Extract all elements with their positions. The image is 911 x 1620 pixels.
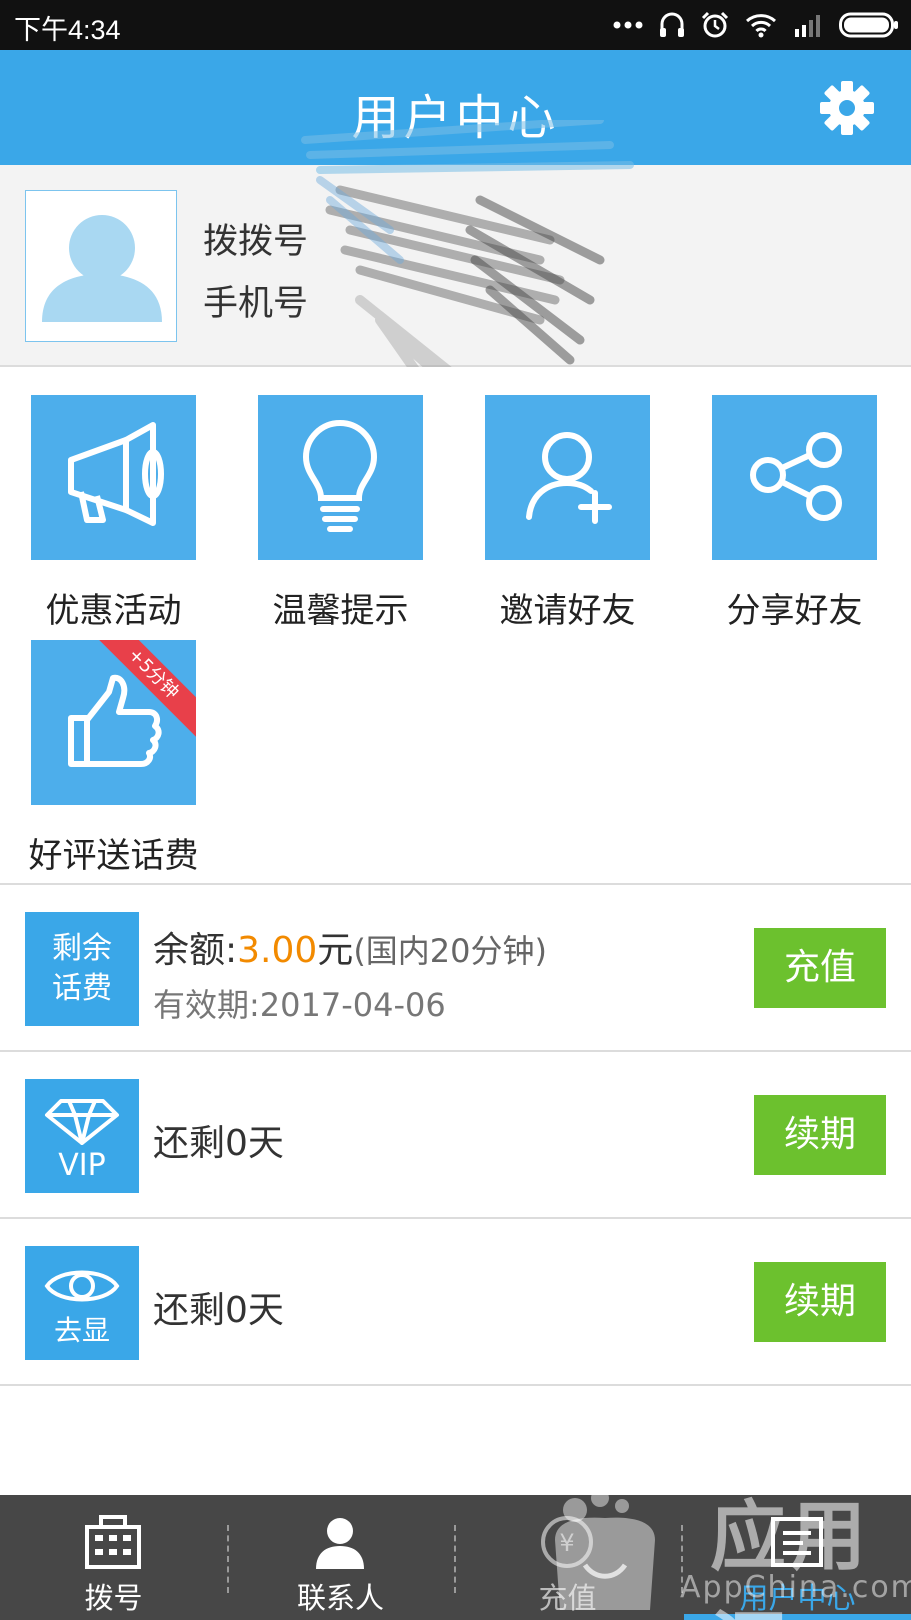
hide-number-row: 去显 还剩0天 续期 [0, 1219, 911, 1386]
profile-phone-label: 手机号 [203, 284, 309, 324]
tile-rate-app-label: 好评送话费 [28, 836, 199, 876]
page-title: 用户中心 [351, 90, 560, 146]
balance-amount: 3.00 [237, 930, 318, 971]
balance-label: 余额: [153, 930, 238, 971]
tab-dial-label: 拨号 [84, 1581, 143, 1615]
profile-section[interactable]: 拨拨号 手机号 [0, 165, 911, 367]
tile-tips-box [258, 395, 423, 560]
recharge-button[interactable]: 充值 [754, 928, 886, 1008]
tile-promotions-box [31, 395, 196, 560]
recharge-icon: ¥ [541, 1516, 593, 1568]
contacts-icon [316, 1518, 364, 1569]
tile-invite-friends-box [485, 395, 650, 560]
eye-icon [44, 1270, 120, 1302]
tile-share-friends-label: 分享好友 [726, 591, 863, 631]
tab-separator [681, 1525, 683, 1593]
tile-rate-app[interactable]: +5分钟 好评送话费 [0, 640, 200, 876]
add-user-icon [526, 432, 612, 524]
user-center-icon [771, 1517, 823, 1567]
user-silhouette-icon [42, 215, 162, 322]
vip-remaining: 还剩0天 [153, 1123, 284, 1164]
status-icons [613, 8, 899, 42]
dialpad-icon [85, 1515, 141, 1569]
lightbulb-icon [302, 420, 378, 532]
tile-invite-friends-label: 邀请好友 [499, 591, 636, 631]
hide-number-remaining: 还剩0天 [153, 1290, 284, 1331]
hide-number-label: 去显 [53, 1314, 110, 1347]
profile-account-label: 拨拨号 [203, 222, 309, 262]
wifi-icon [746, 14, 776, 38]
status-bar: 下午4:34 [0, 0, 911, 50]
avatar[interactable] [25, 190, 177, 342]
active-tab-indicator [684, 1614, 911, 1620]
tab-contacts[interactable]: 联系人 [227, 1495, 454, 1620]
signal-icon [795, 15, 820, 37]
balance-detail: (国内20分钟) [353, 932, 548, 970]
tile-share-friends[interactable]: 分享好友 [681, 395, 881, 631]
balance-badge-line2: 话费 [52, 971, 112, 1006]
balance-info: 余额:3.00元(国内20分钟) [153, 921, 547, 973]
vip-renew-button[interactable]: 续期 [754, 1095, 886, 1175]
diamond-icon [45, 1099, 119, 1145]
settings-button[interactable] [819, 80, 875, 136]
vip-label: VIP [58, 1148, 106, 1183]
battery-icon [839, 12, 898, 38]
thumbs-up-icon [68, 674, 162, 767]
balance-badge: 剩余 话费 [25, 912, 139, 1026]
tab-contacts-label: 联系人 [296, 1581, 384, 1615]
tab-user-center-label: 用户中心 [739, 1581, 856, 1615]
tile-invite-friends[interactable]: 邀请好友 [454, 395, 654, 631]
feature-grid: 优惠活动 温馨提示 邀请好友 分享好友 +5分钟 好评送话费 [0, 367, 911, 885]
more-dots-icon [613, 21, 643, 29]
tab-user-center[interactable]: 用户中心 [684, 1495, 911, 1620]
bottom-tab-bar: 拨号 联系人 ¥ 充值 用户中心 [0, 1495, 911, 1620]
headset-icon [660, 12, 684, 37]
tab-recharge[interactable]: ¥ 充值 [454, 1495, 681, 1620]
share-icon [750, 432, 842, 521]
tile-promotions[interactable]: 优惠活动 [0, 395, 200, 631]
gear-icon [820, 81, 874, 135]
svg-text:¥: ¥ [559, 1529, 574, 1557]
tab-recharge-label: 充值 [538, 1581, 597, 1615]
balance-badge-line1: 剩余 [52, 931, 112, 966]
title-bar: 用户中心 [0, 50, 911, 165]
status-time: 下午4:34 [14, 15, 121, 45]
alarm-icon [701, 11, 729, 38]
tile-share-friends-box [712, 395, 877, 560]
tile-rate-app-box: +5分钟 [31, 640, 196, 805]
balance-unit: 元 [317, 930, 354, 971]
hide-number-renew-button[interactable]: 续期 [754, 1262, 886, 1342]
tile-tips[interactable]: 温馨提示 [227, 395, 427, 631]
vip-badge: VIP [25, 1079, 139, 1193]
balance-row: 剩余 话费 余额:3.00元(国内20分钟) 有效期:2017-04-06 充值 [0, 885, 911, 1052]
vip-row: VIP 还剩0天 续期 [0, 1052, 911, 1219]
tile-tips-label: 温馨提示 [272, 591, 409, 631]
balance-validity: 有效期:2017-04-06 [153, 986, 446, 1024]
tile-promotions-label: 优惠活动 [45, 591, 182, 631]
hide-number-badge: 去显 [25, 1246, 139, 1360]
megaphone-icon [68, 422, 164, 526]
tab-dial[interactable]: 拨号 [0, 1495, 227, 1620]
